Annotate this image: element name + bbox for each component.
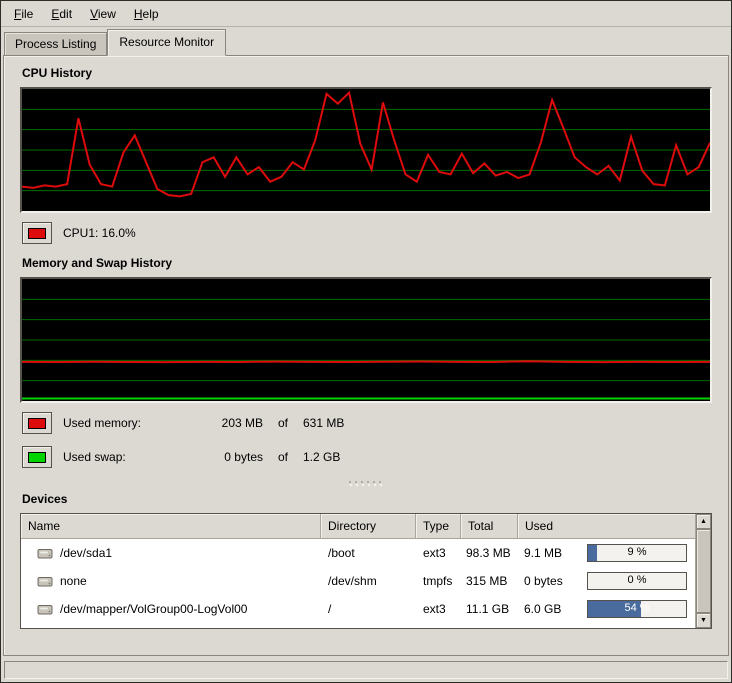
swap-total-value: 1.2 GB: [303, 450, 340, 464]
memory-swap-chart: [22, 279, 710, 401]
memory-total-value: 631 MB: [303, 416, 344, 430]
cpu-legend-label: CPU1: 16.0%: [63, 226, 136, 240]
device-type: ext3: [416, 546, 461, 560]
device-used: 6.0 GB: [524, 602, 561, 616]
device-directory: /dev/shm: [321, 574, 416, 588]
device-row[interactable]: none/dev/shmtmpfs315 MB 0 bytes 0 %: [21, 567, 695, 595]
usage-percent-label: 54 %: [588, 602, 686, 614]
device-row[interactable]: /dev/mapper/VolGroup00-LogVol00 /ext311.1…: [21, 595, 695, 623]
menu-file[interactable]: File: [5, 3, 42, 25]
device-total: 98.3 MB: [461, 546, 518, 560]
cpu-history-graph: [20, 87, 712, 213]
usage-percent-label: 9 %: [588, 546, 686, 558]
cpu-history-title: CPU History: [22, 66, 712, 80]
usage-progress-bar: 54 %: [587, 600, 687, 618]
drive-icon: [37, 603, 53, 616]
device-name-cell: none: [21, 574, 321, 588]
cpu-legend-swatch-frame: [22, 222, 52, 244]
memory-of-text: of: [263, 416, 303, 430]
memory-legend-swatch-frame: [22, 412, 52, 434]
cpu-legend: CPU1: 16.0%: [22, 222, 712, 244]
column-header-used[interactable]: Used: [518, 514, 695, 539]
swap-legend: Used swap: 0 bytes of 1.2 GB: [22, 446, 712, 468]
device-used-cell: 0 bytes 0 %: [518, 572, 695, 590]
device-used-cell: 9.1 MB 9 %: [518, 544, 695, 562]
menu-help[interactable]: Help: [125, 3, 168, 25]
pane-resize-grip[interactable]: [349, 480, 383, 488]
device-name: none: [60, 574, 87, 588]
column-header-type[interactable]: Type: [416, 514, 461, 539]
device-type: tmpfs: [416, 574, 461, 588]
memory-legend-label: Used memory:: [63, 416, 191, 430]
device-directory: /: [321, 602, 416, 616]
swap-legend-swatch-frame: [22, 446, 52, 468]
devices-title: Devices: [22, 492, 712, 506]
device-total: 11.1 GB: [461, 602, 518, 616]
vertical-scrollbar[interactable]: ▲ ▼: [695, 514, 711, 628]
drive-icon: [37, 575, 53, 588]
device-name-cell: /dev/sda1: [21, 546, 321, 560]
usage-progress-bar: 0 %: [587, 572, 687, 590]
device-name: /dev/sda1: [60, 546, 112, 560]
column-header-name[interactable]: Name: [21, 514, 321, 539]
devices-table: Name Directory Type Total Used /dev/sda1…: [21, 514, 695, 628]
usage-progress-bar: 9 %: [587, 544, 687, 562]
swap-color-swatch: [28, 452, 46, 463]
memory-legend: Used memory: 203 MB of 631 MB: [22, 412, 712, 434]
tab-resource-monitor[interactable]: Resource Monitor: [107, 29, 226, 56]
menubar: File Edit View Help: [1, 1, 731, 27]
status-bar: [4, 661, 728, 679]
memory-swap-graph: [20, 277, 712, 403]
tab-process-listing[interactable]: Process Listing: [4, 32, 107, 55]
device-name-cell: /dev/mapper/VolGroup00-LogVol00: [21, 602, 321, 616]
devices-table-header: Name Directory Type Total Used: [21, 514, 695, 539]
device-total: 315 MB: [461, 574, 518, 588]
swap-used-value: 0 bytes: [191, 450, 263, 464]
scroll-down-arrow-icon[interactable]: ▼: [696, 613, 711, 628]
scrollbar-thumb[interactable]: [696, 529, 711, 613]
column-header-total[interactable]: Total: [461, 514, 518, 539]
cpu-history-chart: [22, 89, 710, 211]
system-monitor-window: File Edit View Help Process Listing Reso…: [0, 0, 732, 683]
resource-monitor-panel: CPU History CPU1: 16.0% Memory and Swap …: [3, 55, 729, 656]
device-type: ext3: [416, 602, 461, 616]
menu-view[interactable]: View: [81, 3, 125, 25]
notebook-tabs: Process Listing Resource Monitor: [1, 27, 731, 55]
memory-swap-history-title: Memory and Swap History: [22, 256, 712, 270]
usage-percent-label: 0 %: [588, 574, 686, 586]
scroll-up-arrow-icon[interactable]: ▲: [696, 514, 711, 529]
memory-used-value: 203 MB: [191, 416, 263, 430]
device-used: 9.1 MB: [524, 546, 562, 560]
device-directory: /boot: [321, 546, 416, 560]
menu-edit[interactable]: Edit: [42, 3, 81, 25]
device-name: /dev/mapper/VolGroup00-LogVol00: [60, 602, 247, 616]
devices-table-frame: Name Directory Type Total Used /dev/sda1…: [20, 513, 712, 629]
drive-icon: [37, 547, 53, 560]
swap-of-text: of: [263, 450, 303, 464]
swap-legend-label: Used swap:: [63, 450, 191, 464]
device-used: 0 bytes: [524, 574, 563, 588]
devices-table-body: /dev/sda1/bootext398.3 MB9.1 MB9 %none/d…: [21, 539, 695, 628]
device-used-cell: 6.0 GB 54 %: [518, 600, 695, 618]
device-row[interactable]: /dev/sda1/bootext398.3 MB 9.1 MB 9 %: [21, 539, 695, 567]
column-header-directory[interactable]: Directory: [321, 514, 416, 539]
memory-color-swatch: [28, 418, 46, 429]
cpu-color-swatch: [28, 228, 46, 239]
